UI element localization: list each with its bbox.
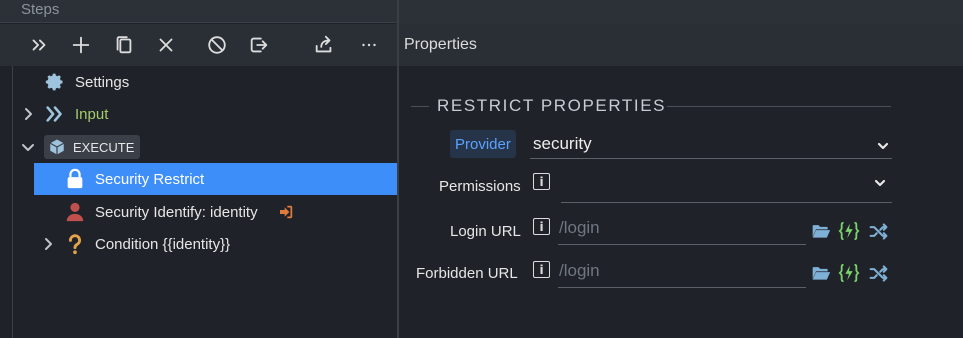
chevron-down-icon[interactable] — [873, 176, 887, 190]
steps-toolbar — [0, 24, 397, 66]
tree-item-input[interactable]: Input — [25, 98, 397, 130]
tree-gutter — [0, 66, 13, 338]
provider-select-value[interactable]: security — [533, 134, 592, 154]
tree-item-settings[interactable]: Settings — [34, 66, 397, 98]
tree-item-label: Input — [75, 105, 109, 123]
provider-label: Provider — [450, 130, 516, 158]
steps-tree: Settings Input EXECUTE Security Restrict — [14, 66, 397, 338]
chevron-right-icon[interactable] — [21, 107, 35, 121]
dynamic-data-icon[interactable] — [838, 262, 860, 284]
section-divider — [667, 106, 891, 107]
more-icon[interactable] — [357, 33, 381, 57]
info-icon[interactable]: i — [533, 218, 550, 235]
tree-item-label: Settings — [75, 73, 130, 91]
move-out-icon[interactable] — [247, 33, 271, 57]
gear-icon — [44, 71, 66, 93]
permissions-select-underline[interactable] — [561, 202, 892, 203]
copy-icon[interactable] — [112, 33, 136, 57]
chevron-right-icon[interactable] — [41, 237, 55, 251]
login-url-underline[interactable] — [558, 244, 806, 245]
lock-icon — [64, 168, 86, 190]
cube-icon — [48, 138, 66, 156]
steps-panel-header: Steps — [0, 0, 397, 23]
chevron-down-icon[interactable] — [21, 140, 35, 154]
login-url-label: Login URL — [450, 223, 521, 240]
forbidden-url-label: Forbidden URL — [416, 265, 518, 282]
properties-top-bar — [399, 0, 963, 24]
tree-item-label: Security Restrict — [95, 170, 205, 188]
properties-body: RESTRICT PROPERTIES Provider security Pe… — [399, 66, 963, 338]
add-icon[interactable] — [69, 33, 93, 57]
properties-header: Properties — [399, 24, 963, 66]
tree-item-label: Security Identify: identity — [95, 203, 258, 221]
person-icon — [64, 201, 86, 223]
question-icon — [64, 233, 86, 255]
execute-badge: EXECUTE — [44, 135, 141, 159]
tree-item-security-restrict[interactable]: Security Restrict — [34, 163, 397, 195]
info-icon[interactable]: i — [533, 261, 550, 278]
info-icon[interactable]: i — [533, 173, 550, 190]
shuffle-icon[interactable] — [867, 262, 889, 284]
tree-item-condition[interactable]: Condition {{identity}} — [34, 228, 397, 260]
chevron-down-icon[interactable] — [876, 139, 890, 153]
properties-title: Properties — [404, 36, 477, 53]
tree-item-execute[interactable]: EXECUTE — [22, 131, 397, 163]
delete-icon[interactable] — [154, 33, 178, 57]
expand-icon[interactable] — [27, 33, 51, 57]
folder-icon[interactable] — [810, 220, 832, 242]
execute-label: EXECUTE — [73, 139, 135, 155]
tree-item-label: Condition {{identity}} — [95, 235, 231, 253]
dynamic-data-icon[interactable] — [838, 220, 860, 242]
permissions-label: Permissions — [439, 178, 521, 195]
forbidden-url-underline[interactable] — [558, 287, 806, 288]
shuffle-icon[interactable] — [867, 220, 889, 242]
section-title: RESTRICT PROPERTIES — [437, 96, 667, 115]
steps-panel-title: Steps — [21, 1, 60, 18]
tree-item-security-identify[interactable]: Security Identify: identity — [34, 196, 397, 228]
share-icon[interactable] — [312, 33, 336, 57]
forbidden-url-input[interactable]: /login — [559, 261, 600, 281]
section-divider — [411, 106, 429, 107]
disable-icon[interactable] — [205, 33, 229, 57]
login-url-input[interactable]: /login — [559, 218, 600, 238]
provider-select-underline[interactable] — [530, 158, 892, 159]
sign-in-icon — [277, 201, 295, 223]
input-arrows-icon — [44, 103, 66, 125]
folder-icon[interactable] — [810, 262, 832, 284]
